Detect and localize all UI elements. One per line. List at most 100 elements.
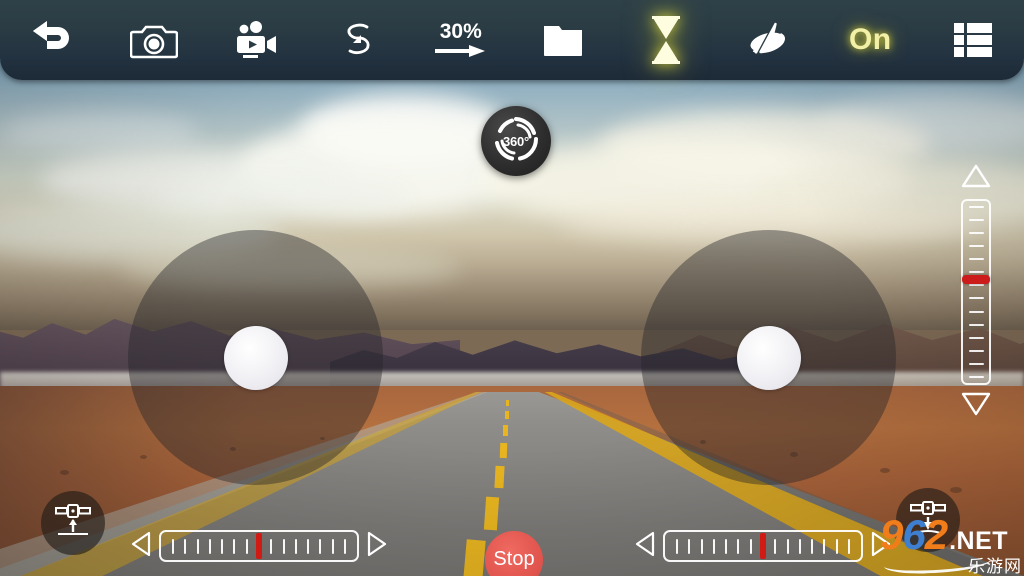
stop-button-label: Stop	[493, 547, 535, 570]
headless-state-label: On	[848, 23, 892, 56]
trim-tick	[282, 538, 285, 554]
slider-tick	[968, 258, 984, 261]
speed-arrow-icon: 30%	[434, 19, 487, 60]
back-button[interactable]	[10, 8, 92, 72]
trim-track[interactable]	[159, 530, 359, 562]
slider-tick	[968, 375, 984, 378]
slider-tick	[968, 323, 984, 326]
headless-mode-button[interactable]: On	[829, 8, 911, 72]
joystick-knob[interactable]	[736, 325, 801, 390]
pitch-roll-joystick[interactable]	[641, 230, 896, 485]
trim-tick	[737, 538, 740, 554]
trim-tick	[221, 538, 224, 554]
road-center-dash	[505, 411, 509, 419]
video-camera-icon	[232, 20, 280, 60]
triangle-right-icon[interactable]	[870, 530, 892, 563]
gyro-button[interactable]	[727, 8, 809, 72]
trim-tick	[676, 538, 679, 554]
trim-tick	[688, 538, 691, 554]
trim-tick	[343, 538, 346, 554]
trim-tick	[172, 538, 175, 554]
trim-tick	[233, 538, 236, 554]
right-trim-slider[interactable]	[634, 524, 892, 568]
road-center-dash	[499, 442, 508, 459]
altitude-trim-slider[interactable]	[957, 163, 995, 421]
trim-tick	[245, 538, 248, 554]
trim-tick	[786, 538, 789, 554]
slider-tick	[968, 362, 984, 365]
back-arrow-icon	[27, 18, 75, 62]
menu-button[interactable]	[932, 8, 1014, 72]
trim-tick	[823, 538, 826, 554]
flip-button[interactable]	[317, 8, 399, 72]
panorama-360-label: 360°	[502, 133, 530, 149]
timer-button[interactable]	[625, 8, 707, 72]
trim-tick	[712, 538, 715, 554]
panorama-360-button[interactable]: 360°	[481, 106, 551, 176]
slider-tick	[968, 219, 984, 222]
triangle-left-icon[interactable]	[634, 530, 656, 563]
trim-tick	[835, 538, 838, 554]
ground-texture	[950, 487, 962, 493]
throttle-yaw-joystick[interactable]	[128, 230, 383, 485]
trim-tick	[749, 538, 752, 554]
gallery-button[interactable]	[522, 8, 604, 72]
land-button[interactable]	[896, 488, 960, 552]
trim-tick	[196, 538, 199, 554]
trim-tick	[847, 538, 850, 554]
flip-rotate-icon	[336, 18, 380, 62]
slider-tick	[968, 206, 984, 208]
camera-icon	[129, 20, 178, 60]
trim-thumb[interactable]	[256, 533, 262, 559]
top-toolbar: 30% On	[0, 0, 1024, 80]
trim-tick	[331, 538, 334, 554]
road-center-dash	[503, 425, 508, 436]
trim-tick	[774, 538, 777, 554]
speed-value: 30%	[439, 19, 482, 43]
ground-texture	[140, 455, 147, 459]
trim-tick	[725, 538, 728, 554]
ground-texture	[880, 468, 890, 473]
trim-tick	[700, 538, 703, 554]
grid-menu-icon	[952, 21, 994, 59]
drone-land-icon	[907, 498, 949, 543]
trim-tick	[294, 538, 297, 554]
trim-tick	[811, 538, 814, 554]
road-center-dash	[463, 539, 486, 576]
fpv-controller-screen: 30% On 360° Stop 9 6 2 .NET 乐游网	[0, 0, 1024, 576]
triangle-up-icon[interactable]	[961, 163, 991, 194]
slider-tick	[968, 336, 984, 339]
gyroscope-icon	[744, 18, 792, 62]
trim-tick	[270, 538, 273, 554]
trim-tick	[208, 538, 211, 554]
joystick-knob[interactable]	[223, 325, 288, 390]
triangle-right-icon[interactable]	[366, 530, 388, 563]
slider-tick	[968, 310, 984, 313]
slider-tick	[968, 245, 984, 248]
road-center-dash	[483, 496, 500, 531]
video-button[interactable]	[215, 8, 297, 72]
slider-tick	[968, 349, 984, 352]
trim-tick	[184, 538, 187, 554]
slider-tick	[968, 284, 984, 287]
road-center-dash	[494, 465, 505, 489]
trim-tick	[307, 538, 310, 554]
drone-takeoff-icon	[52, 501, 94, 546]
ground-texture	[60, 470, 69, 475]
slider-track[interactable]	[961, 199, 991, 385]
trim-tick	[798, 538, 801, 554]
trim-thumb[interactable]	[760, 533, 766, 559]
slider-tick	[968, 232, 984, 235]
slider-thumb[interactable]	[962, 275, 990, 284]
cloud	[0, 112, 200, 152]
takeoff-button[interactable]	[41, 491, 105, 555]
triangle-left-icon[interactable]	[130, 530, 152, 563]
slider-tick	[968, 297, 984, 300]
folder-icon	[541, 20, 585, 60]
road-center-dash	[506, 400, 509, 406]
triangle-down-icon[interactable]	[961, 391, 991, 422]
trim-track[interactable]	[663, 530, 863, 562]
speed-button[interactable]: 30%	[420, 8, 502, 72]
left-trim-slider[interactable]	[130, 524, 388, 568]
photo-button[interactable]	[113, 8, 195, 72]
